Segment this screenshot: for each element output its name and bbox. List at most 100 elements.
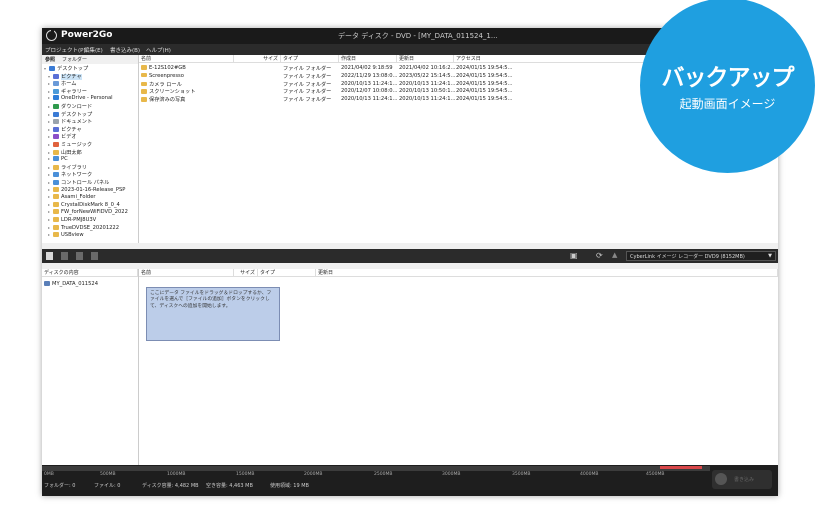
- cell-created: 2020/10/13 11:24:1...: [341, 96, 398, 103]
- capacity-bar: [42, 466, 710, 471]
- folder-icon: [53, 142, 59, 147]
- window-title: データ ディスク - DVD - [MY_DATA_011524_1...: [338, 32, 498, 40]
- disc-drive-icon[interactable]: ▣: [570, 251, 578, 260]
- folder-icon: [53, 224, 59, 230]
- tab-browse[interactable]: 参照: [45, 56, 55, 63]
- folder-icon: [53, 88, 59, 94]
- disc-tree-header: ディスクの内容: [42, 269, 138, 277]
- cell-modified: 2020/10/13 10:50:1...: [399, 88, 456, 95]
- tree-item[interactable]: ▸ デスクトップ: [48, 111, 92, 118]
- col-size[interactable]: サイズ: [234, 55, 281, 63]
- refresh-icon[interactable]: ⟳: [596, 251, 603, 260]
- folder-icon: [53, 95, 59, 101]
- rename-icon[interactable]: [91, 252, 98, 260]
- col-created[interactable]: 作成日: [339, 55, 397, 63]
- tree-item-label: FW_forNewWiFiDVD_2022: [61, 209, 128, 216]
- disc-col-modified[interactable]: 更新日: [316, 269, 778, 277]
- tree-item[interactable]: ▸ ドキュメント: [48, 118, 92, 125]
- tree-item-label: ネットワーク: [61, 172, 93, 179]
- menu-project[interactable]: プロジェクト(P): [45, 46, 86, 54]
- disc-col-type[interactable]: タイプ: [258, 269, 316, 277]
- cell-name: Screenpresso: [141, 72, 184, 79]
- tree-item[interactable]: ▸ OneDrive - Personal: [48, 95, 113, 102]
- drop-hint[interactable]: ここにデータ ファイルをドラッグ＆ドロップするか、ファイルを選んで［ファイルの追…: [146, 287, 280, 341]
- recorder-select[interactable]: CyberLink イメージ レコーダー DVD9 (8152MB) ▼: [626, 251, 776, 261]
- burn-button-label: 書き込み: [734, 477, 755, 483]
- tree-item[interactable]: ▸ ギャラリー: [48, 88, 87, 95]
- disc-col-name[interactable]: 名前: [139, 269, 234, 277]
- folder-icon: [141, 72, 147, 78]
- tab-folder[interactable]: フォルダー: [62, 56, 87, 63]
- folder-icon: [53, 209, 59, 215]
- cell-name: カメラ ロール: [141, 81, 182, 88]
- folder-icon: [141, 97, 147, 102]
- disc-toolbar: ▣ ⟳ ▲ CyberLink イメージ レコーダー DVD9 (8152MB)…: [42, 249, 778, 263]
- tree-item[interactable]: ▸ ネットワーク: [48, 171, 92, 178]
- capacity-tick-label: 2500MB: [374, 472, 393, 477]
- tree-item[interactable]: ▸ CrystalDiskMark 8_0_4: [48, 201, 120, 209]
- cell-accessed: 2024/01/15 19:54:5...: [456, 96, 513, 103]
- tree-item-label: ダウンロード: [61, 104, 93, 110]
- tree-item-label: OneDrive - Personal: [61, 95, 113, 102]
- cell-created: 2020/12/07 10:08:0...: [341, 88, 398, 95]
- tree-item[interactable]: ▸ ホーム: [48, 80, 76, 87]
- capacity-tick-label: 3000MB: [442, 472, 461, 477]
- tree-item[interactable]: ▸ PC: [48, 156, 68, 163]
- tree-item[interactable]: ▸ ライブラリ: [48, 164, 87, 171]
- tree-item-label: CrystalDiskMark 8_0_4: [61, 201, 120, 208]
- cell-name: スクリーンショット: [141, 88, 195, 95]
- cell-type: ファイル フォルダー: [283, 97, 332, 104]
- tree-item[interactable]: ▸ コントロール パネル: [48, 179, 109, 186]
- col-type[interactable]: タイプ: [281, 55, 339, 63]
- tree-item[interactable]: ▸ FW_forNewWiFiDVD_2022: [48, 209, 128, 216]
- cell-modified: 2023/05/22 15:14:5...: [399, 72, 456, 79]
- col-modified[interactable]: 更新日: [397, 55, 454, 63]
- tree-item[interactable]: ▸ ピクチャ: [48, 126, 82, 133]
- folder-icon: [53, 73, 59, 79]
- tree-item[interactable]: ▸ 2023-01-16-Release_PSP: [48, 186, 125, 194]
- burn-button[interactable]: 書き込み: [712, 470, 772, 489]
- new-folder-icon[interactable]: [76, 252, 83, 260]
- cell-name: 保存済みの写真: [141, 96, 185, 103]
- tree-item[interactable]: ▸ Asami_Folder: [48, 194, 96, 201]
- disc-col-size[interactable]: サイズ: [234, 269, 258, 277]
- tree-item[interactable]: ▸ LDR-PMJ8U3V: [48, 217, 96, 224]
- folder-icon: [53, 81, 59, 87]
- free-space: 空き容量: 4,463 MB: [206, 483, 253, 489]
- cell-accessed: 2024/01/15 19:54:5...: [456, 88, 513, 95]
- tree-item[interactable]: ▾ デスクトップ: [44, 65, 88, 72]
- recorder-select-value: CyberLink イメージ レコーダー DVD9 (8152MB): [630, 254, 745, 260]
- disc-tree-pane: ディスクの内容 MY_DATA_011524: [42, 269, 139, 465]
- tree-item[interactable]: ▸ TrueDVDSE_20201222: [48, 224, 120, 232]
- tree-item-label: USBview: [61, 232, 84, 239]
- menu-edit[interactable]: 編集(E): [84, 46, 103, 54]
- tree-item-label: LDR-PMJ8U3V: [61, 217, 97, 223]
- add-file-icon[interactable]: [46, 252, 53, 260]
- promo-subtitle: 起動画面イメージ: [679, 97, 776, 111]
- cell-type: ファイル フォルダー: [283, 89, 332, 96]
- cell-accessed: 2024/01/15 19:54:5...: [456, 72, 513, 79]
- tree-item[interactable]: ▾ ピクチャ: [48, 73, 82, 80]
- folder-icon: [53, 119, 59, 125]
- tree-item[interactable]: ▸ USBview: [48, 232, 84, 239]
- tree-item-label: ミュージック: [61, 142, 93, 148]
- cell-type: ファイル フォルダー: [283, 81, 332, 88]
- tree-item[interactable]: ▸ 山田太郎: [48, 149, 82, 156]
- capacity-tick-label: 2000MB: [304, 472, 323, 477]
- tree-item[interactable]: ▸ ミュージック: [48, 141, 92, 148]
- menu-burn[interactable]: 書き込み(B): [110, 46, 140, 54]
- disc-label[interactable]: MY_DATA_011524: [44, 281, 98, 287]
- tree-item[interactable]: ▸ ビデオ: [48, 133, 77, 140]
- disc-capacity: ディスク容量: 4,482 MB: [142, 483, 199, 489]
- folder-icon: [53, 217, 59, 222]
- tree-item-label: TrueDVDSE_20201222: [61, 224, 120, 231]
- app-name: Power2Go: [61, 30, 113, 40]
- cell-created: 2021/04/02 9:18:59: [341, 65, 393, 71]
- remove-file-icon[interactable]: [61, 252, 68, 260]
- tree-item-label: ピクチャ: [61, 73, 82, 80]
- eject-icon[interactable]: ▲: [612, 251, 617, 259]
- tree-item[interactable]: ▸ ダウンロード: [48, 103, 92, 110]
- folder-icon: [53, 186, 59, 192]
- menu-help[interactable]: ヘルプ(H): [146, 46, 171, 54]
- col-name[interactable]: 名前: [139, 55, 234, 63]
